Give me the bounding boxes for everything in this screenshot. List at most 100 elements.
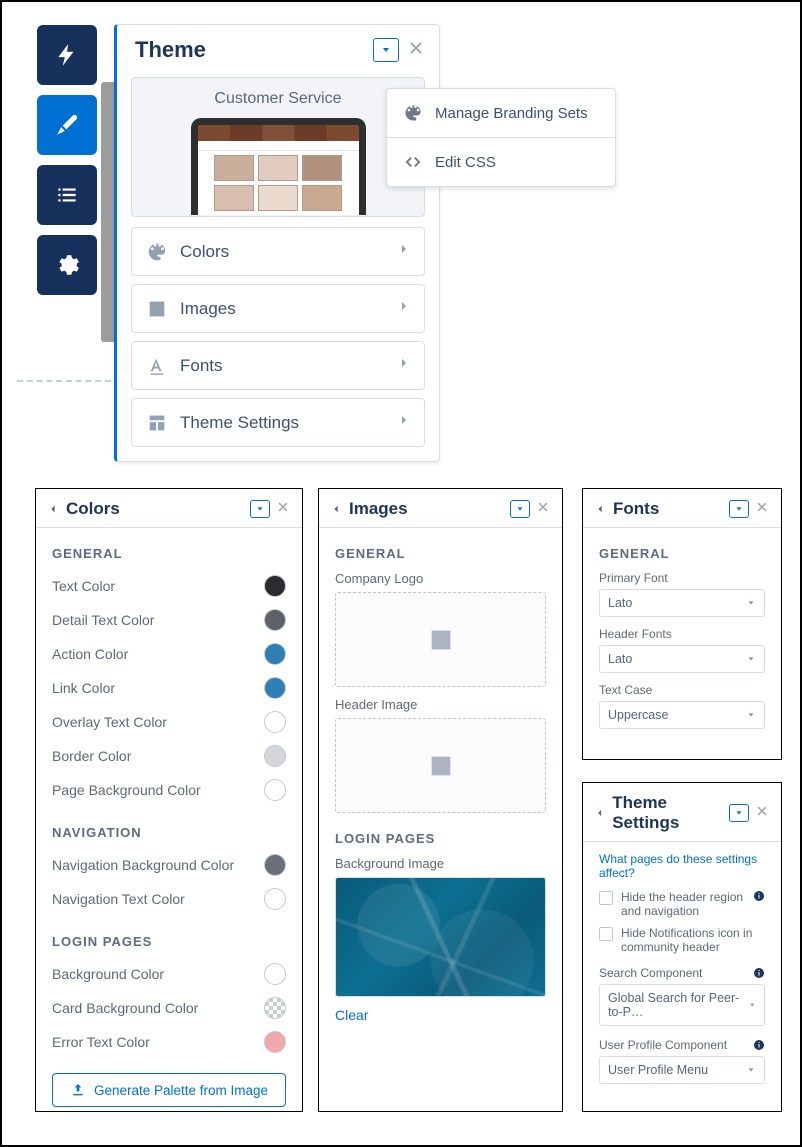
- user-comp-label: User Profile Component: [599, 1038, 727, 1052]
- font-select[interactable]: Uppercase: [599, 701, 765, 729]
- color-label: Text Color: [52, 578, 115, 594]
- nav-lightning[interactable]: [37, 25, 97, 85]
- font-select-value: Uppercase: [608, 708, 668, 722]
- chevron-right-icon: [398, 411, 410, 429]
- font-field-label: Text Case: [599, 683, 765, 697]
- color-label: Error Text Color: [52, 1034, 150, 1050]
- popover-edit-css[interactable]: Edit CSS: [387, 138, 615, 186]
- fonts-title: Fonts: [613, 499, 659, 519]
- palette-icon: [146, 241, 168, 263]
- color-swatch[interactable]: [264, 711, 286, 733]
- close-icon: [755, 500, 769, 514]
- check-hide-notif[interactable]: [599, 927, 613, 941]
- caret-down-icon: [746, 598, 756, 608]
- colors-panel: Colors GENERAL Text ColorDetail Text Col…: [35, 488, 303, 1112]
- color-label: Action Color: [52, 646, 128, 662]
- close-theme-button[interactable]: [407, 39, 425, 62]
- color-swatch[interactable]: [264, 745, 286, 767]
- theme-menu-button[interactable]: [373, 38, 399, 62]
- colors-sec-nav: NAVIGATION: [52, 825, 270, 840]
- caret-down-icon: [746, 710, 756, 720]
- palette-icon: [403, 103, 423, 123]
- color-swatch[interactable]: [264, 888, 286, 910]
- font-select[interactable]: Lato: [599, 645, 765, 673]
- settings-back[interactable]: Theme Settings: [595, 793, 729, 833]
- chevron-left-icon: [595, 501, 605, 517]
- font-select[interactable]: Lato: [599, 589, 765, 617]
- color-swatch[interactable]: [264, 609, 286, 631]
- settings-menu-button[interactable]: [729, 804, 749, 822]
- code-icon: [403, 152, 423, 172]
- close-icon: [536, 500, 550, 514]
- menu-images-label: Images: [180, 299, 236, 319]
- menu-theme-settings[interactable]: Theme Settings: [131, 398, 425, 447]
- color-label: Card Background Color: [52, 1000, 198, 1016]
- color-row: Background Color: [52, 957, 286, 991]
- image-icon: [146, 298, 168, 320]
- fonts-sec-general: GENERAL: [599, 546, 749, 561]
- brush-icon: [54, 112, 80, 138]
- color-label: Navigation Text Color: [52, 891, 185, 907]
- images-menu-button[interactable]: [510, 500, 530, 518]
- color-label: Link Color: [52, 680, 115, 696]
- images-panel: Images GENERAL Company Logo Header Image…: [318, 488, 563, 1112]
- caret-down-icon: [748, 1000, 756, 1010]
- color-row: Page Background Color: [52, 773, 286, 807]
- theme-menu-popover: Manage Branding Sets Edit CSS: [386, 88, 616, 187]
- clear-image-link[interactable]: Clear: [335, 1007, 368, 1023]
- header-dropzone[interactable]: [335, 718, 546, 813]
- logo-dropzone[interactable]: [335, 592, 546, 687]
- settings-question-link[interactable]: What pages do these settings affect?: [599, 852, 765, 880]
- color-swatch[interactable]: [264, 643, 286, 665]
- check-hide-header-label: Hide the header region and navigation: [621, 890, 745, 918]
- images-close[interactable]: [536, 500, 550, 519]
- color-swatch[interactable]: [264, 779, 286, 801]
- font-icon: [146, 355, 168, 377]
- color-swatch[interactable]: [264, 963, 286, 985]
- caret-down-icon: [515, 504, 525, 514]
- device-mock: [191, 118, 366, 215]
- images-sec-login: LOGIN PAGES: [335, 831, 530, 846]
- color-swatch[interactable]: [264, 677, 286, 699]
- color-swatch[interactable]: [264, 854, 286, 876]
- chevron-right-icon: [398, 297, 410, 315]
- check-hide-notif-label: Hide Notifications icon in community hea…: [621, 926, 765, 954]
- user-component-select[interactable]: User Profile Menu: [599, 1056, 765, 1084]
- images-title: Images: [349, 499, 408, 519]
- colors-title: Colors: [66, 499, 120, 519]
- color-swatch[interactable]: [264, 1031, 286, 1053]
- colors-back[interactable]: Colors: [48, 499, 120, 519]
- theme-title: Theme: [135, 37, 206, 63]
- caret-down-icon: [734, 504, 744, 514]
- menu-images[interactable]: Images: [131, 284, 425, 333]
- color-row: Border Color: [52, 739, 286, 773]
- menu-colors[interactable]: Colors: [131, 227, 425, 276]
- nav-theme[interactable]: [37, 95, 97, 155]
- info-icon: [753, 890, 765, 902]
- theme-settings-panel: Theme Settings What pages do these setti…: [582, 782, 782, 1112]
- fonts-close[interactable]: [755, 500, 769, 519]
- generate-palette-button[interactable]: Generate Palette from Image: [52, 1073, 286, 1107]
- colors-sec-general: GENERAL: [52, 546, 270, 561]
- color-swatch[interactable]: [264, 997, 286, 1019]
- colors-menu-button[interactable]: [250, 500, 270, 518]
- color-label: Background Color: [52, 966, 164, 982]
- chevron-right-icon: [398, 240, 410, 258]
- search-component-select[interactable]: Global Search for Peer-to-P…: [599, 984, 765, 1026]
- background-image-thumb[interactable]: [335, 877, 546, 997]
- font-select-value: Lato: [608, 652, 632, 666]
- menu-fonts[interactable]: Fonts: [131, 341, 425, 390]
- fonts-menu-button[interactable]: [729, 500, 749, 518]
- colors-close[interactable]: [276, 500, 290, 519]
- caret-down-icon: [734, 808, 744, 818]
- popover-manage-branding[interactable]: Manage Branding Sets: [387, 89, 615, 138]
- fonts-back[interactable]: Fonts: [595, 499, 659, 519]
- images-back[interactable]: Images: [331, 499, 408, 519]
- settings-close[interactable]: [755, 804, 769, 823]
- menu-fonts-label: Fonts: [180, 356, 223, 376]
- close-icon: [276, 500, 290, 514]
- nav-settings[interactable]: [37, 235, 97, 295]
- check-hide-header[interactable]: [599, 891, 613, 905]
- nav-structure[interactable]: [37, 165, 97, 225]
- color-swatch[interactable]: [264, 575, 286, 597]
